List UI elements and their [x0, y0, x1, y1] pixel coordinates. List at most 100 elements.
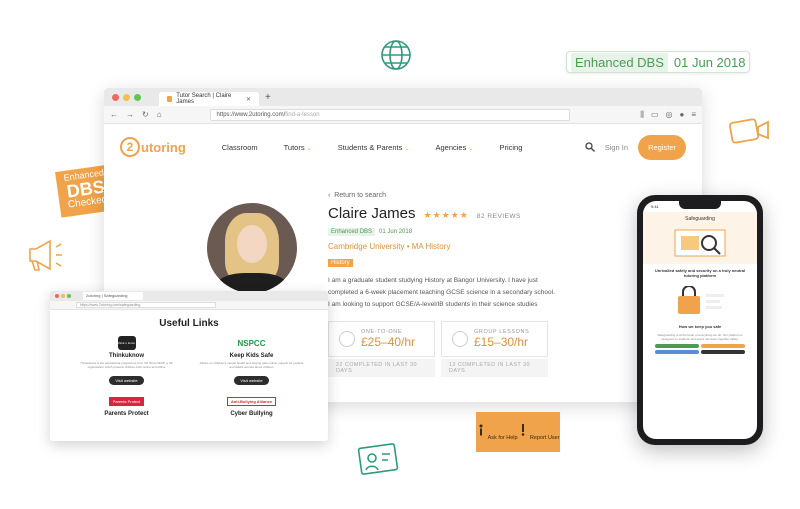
ask-for-help-label: Ask for Help: [487, 434, 518, 441]
dbs-date: 01 Jun 2018: [379, 229, 413, 235]
subject-badge: History: [328, 259, 353, 267]
logo-text: utoring: [141, 139, 186, 155]
sign-in-link[interactable]: Sign In: [605, 143, 628, 152]
new-tab-icon[interactable]: +: [265, 92, 271, 103]
phone-screen: 9:41 Safeguarding Unrivalled safety and …: [643, 201, 757, 439]
browser-tools: ⫼ ▭ ◎ ● ≡: [640, 110, 696, 120]
link-description: Advice on children's mental health and s…: [199, 361, 304, 369]
browser-tab-bar: Tutor Search | Claire James ✕ +: [104, 88, 702, 106]
extension-icon[interactable]: ◎: [666, 110, 673, 120]
info-icon: [479, 424, 483, 435]
one-to-one-completed: 22 COMPLETED IN LAST 30 DAYS: [328, 359, 435, 377]
register-button[interactable]: Register: [638, 134, 686, 160]
minimize-window-button[interactable]: [61, 294, 65, 298]
nav-tutors[interactable]: Tutors ⌄: [284, 143, 312, 152]
site-header: 2 utoring Classroom Tutors ⌄ Students & …: [104, 124, 702, 170]
library-icon[interactable]: ⫼: [640, 110, 644, 120]
visit-website-button[interactable]: Visit website: [109, 376, 144, 385]
minimize-window-button[interactable]: [123, 93, 130, 101]
browser2-toolbar: https://www.2utoring.com/safeguarding: [50, 301, 328, 310]
mobile-phone: 9:41 Safeguarding Unrivalled safety and …: [637, 195, 763, 445]
home-icon[interactable]: ⌂: [157, 110, 162, 119]
phone-button[interactable]: [655, 350, 699, 354]
help-widget: Ask for Help Report User: [476, 412, 560, 452]
browser2-address-bar[interactable]: https://www.2utoring.com/safeguarding: [76, 302, 216, 308]
one-to-one-price-card: ONE-TO-ONE £25–40/hr: [328, 321, 435, 357]
link-title: Thinkuknow: [109, 353, 144, 359]
search-icon[interactable]: [585, 142, 595, 152]
nspcc-logo: NSPCC: [237, 338, 266, 348]
parents-protect-logo: Parents Protect: [108, 396, 145, 406]
useful-links-heading: Useful Links: [159, 318, 219, 329]
link-card-thinkuknow: think u know Thinkuknow Thinkuknow is th…: [74, 335, 179, 387]
chevron-down-icon: ⌄: [404, 145, 410, 152]
safeguarding-browser-window: 2utoring | Safeguarding https://www.2uto…: [50, 291, 328, 441]
tutor-avatar: [207, 203, 297, 293]
nav-tutors-label: Tutors: [283, 142, 305, 152]
back-arrow-icon[interactable]: ←: [110, 110, 118, 119]
menu-icon[interactable]: ≡: [691, 110, 696, 120]
tutor-bio: I am a graduate student studying History…: [328, 277, 555, 308]
browser-tab[interactable]: Tutor Search | Claire James ✕: [159, 92, 259, 106]
account-icon[interactable]: ●: [679, 110, 684, 120]
rating-stars: ★★★★★: [423, 210, 469, 220]
logo-digit: 2: [120, 137, 140, 157]
group-price-card: GROUP LESSONS £15–30/hr: [441, 321, 548, 357]
nav-agencies[interactable]: Agencies ⌄: [435, 143, 473, 152]
site-logo[interactable]: 2 utoring: [120, 137, 186, 157]
phone-subtext: Safeguarding is at the heart of everythi…: [657, 333, 743, 341]
forward-arrow-icon[interactable]: →: [126, 110, 134, 119]
review-count[interactable]: 82 REVIEWS: [477, 213, 521, 220]
sidebar-icon[interactable]: ▭: [651, 110, 659, 120]
maximize-window-button[interactable]: [134, 93, 141, 101]
university: Cambridge University • MA History: [328, 242, 451, 251]
nav-classroom[interactable]: Classroom: [222, 143, 258, 152]
anti-bullying-logo: Anti-Bullying Alliance: [226, 396, 277, 406]
report-user-button[interactable]: Report User: [518, 423, 560, 441]
ask-for-help-button[interactable]: Ask for Help: [476, 424, 518, 441]
presentation-icon: [357, 443, 399, 475]
alert-icon: [522, 423, 525, 436]
link-title: Keep Kids Safe: [229, 353, 274, 359]
browser2-tab[interactable]: 2utoring | Safeguarding: [83, 292, 143, 300]
phone-button[interactable]: [701, 350, 745, 354]
return-label: Return to search: [334, 192, 386, 199]
address-bar[interactable]: https://www.2utoring.com/find-a-lesson: [209, 108, 570, 121]
maximize-window-button[interactable]: [67, 294, 71, 298]
reload-icon[interactable]: ↻: [142, 110, 149, 119]
close-tab-icon[interactable]: ✕: [246, 96, 251, 103]
return-to-search-link[interactable]: ‹ Return to search: [328, 192, 558, 199]
group-price: £15–30/hr: [474, 335, 529, 349]
url-path: find-a-lesson: [285, 111, 320, 118]
video-camera-icon: [729, 118, 769, 144]
nav-students-parents[interactable]: Students & Parents ⌄: [338, 143, 410, 152]
chevron-down-icon: ⌄: [306, 145, 312, 152]
link-title: Parents Protect: [104, 411, 149, 417]
useful-links-grid: think u know Thinkuknow Thinkuknow is th…: [50, 329, 328, 417]
url-domain: https://www.2utoring.com/: [216, 111, 286, 118]
header-actions: Sign In Register: [585, 134, 686, 160]
magnifier-illustration-icon: [674, 229, 726, 257]
dbs-status: Enhanced DBS 01 Jun 2018: [328, 228, 558, 236]
group-completed: 12 COMPLETED IN LAST 30 DAYS: [441, 359, 548, 377]
phone-subheadline: How we keep you safe: [678, 324, 722, 329]
close-window-button[interactable]: [55, 294, 59, 298]
name-row: Claire James ★★★★★ 82 REVIEWS: [328, 205, 558, 222]
completed-counts: 22 COMPLETED IN LAST 30 DAYS 12 COMPLETE…: [328, 359, 558, 377]
nav-pricing[interactable]: Pricing: [499, 143, 522, 152]
lock-illustration: [643, 286, 757, 320]
thinkuknow-logo: think u know: [117, 336, 136, 350]
safeguarding-illustration: [649, 226, 751, 260]
link-title: Cyber Bullying: [230, 411, 273, 417]
close-window-button[interactable]: [112, 93, 119, 101]
nav-agencies-label: Agencies: [435, 142, 467, 152]
megaphone-icon: [29, 239, 62, 271]
favicon-icon: [167, 96, 173, 102]
phone-button[interactable]: [701, 344, 745, 348]
phone-buttons: [643, 341, 757, 357]
browser2-tab-bar: 2utoring | Safeguarding: [50, 291, 328, 301]
phone-button[interactable]: [655, 344, 699, 348]
visit-website-button[interactable]: Visit website: [234, 376, 269, 385]
link-card-cyber-bullying: Anti-Bullying Alliance Cyber Bullying: [199, 393, 304, 417]
chevron-down-icon: ⌄: [468, 145, 474, 152]
